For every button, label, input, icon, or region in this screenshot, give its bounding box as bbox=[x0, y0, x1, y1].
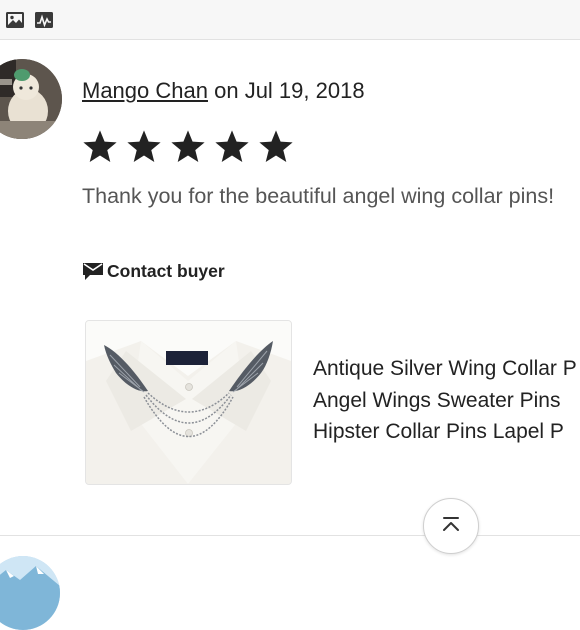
star-icon bbox=[171, 130, 205, 163]
top-toolbar bbox=[0, 0, 580, 40]
review-header: Mango Chan on Jul 19, 2018 bbox=[82, 78, 365, 104]
review-author-link[interactable]: Mango Chan bbox=[82, 78, 208, 103]
star-icon bbox=[215, 130, 249, 163]
chevron-up-icon bbox=[443, 517, 459, 531]
contact-buyer-label: Contact buyer bbox=[107, 260, 225, 281]
product-thumbnail[interactable] bbox=[85, 320, 292, 485]
review-date: on Jul 19, 2018 bbox=[214, 78, 365, 103]
star-icon bbox=[83, 130, 117, 163]
contact-buyer-button[interactable]: Contact buyer bbox=[82, 258, 225, 284]
chart-icon[interactable] bbox=[34, 10, 54, 30]
product-title[interactable]: Antique Silver Wing Collar P Angel Wings… bbox=[313, 353, 580, 448]
star-icon bbox=[259, 130, 293, 163]
avatar[interactable] bbox=[0, 59, 62, 139]
product-title-line: Hipster Collar Pins Lapel P bbox=[313, 420, 564, 443]
image-icon[interactable] bbox=[5, 10, 25, 30]
message-icon bbox=[83, 263, 103, 280]
review-text: Thank you for the beautiful angel wing c… bbox=[82, 184, 555, 208]
star-rating bbox=[81, 128, 301, 168]
product-title-line: Antique Silver Wing Collar P bbox=[313, 357, 577, 380]
divider bbox=[0, 535, 580, 536]
scroll-to-top-button[interactable] bbox=[423, 498, 479, 554]
avatar[interactable] bbox=[0, 556, 60, 630]
star-icon bbox=[127, 130, 161, 163]
product-title-line: Angel Wings Sweater Pins bbox=[313, 388, 561, 412]
